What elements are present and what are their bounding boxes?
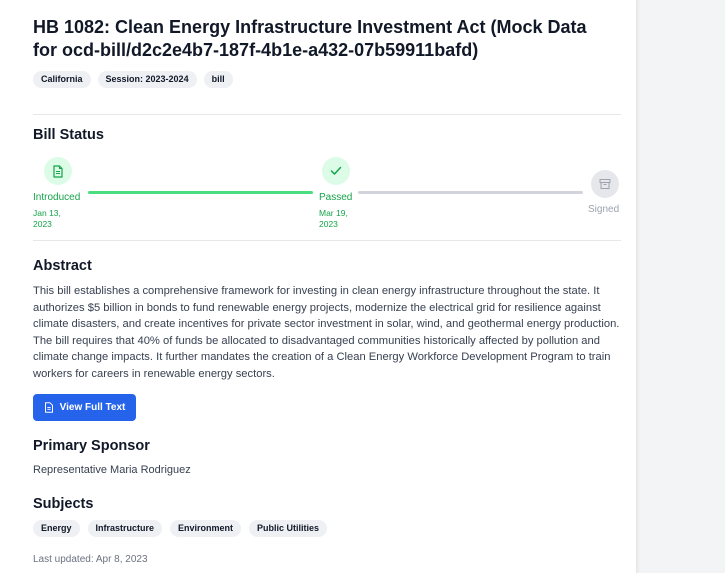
last-updated: Last updated: Apr 8, 2023 bbox=[33, 554, 148, 565]
primary-sponsor-heading: Primary Sponsor bbox=[33, 438, 150, 454]
subjects-heading: Subjects bbox=[33, 496, 94, 512]
step-signed-label: Signed bbox=[588, 204, 620, 215]
subject-badge: Energy bbox=[33, 520, 80, 537]
bill-status-heading: Bill Status bbox=[33, 127, 104, 143]
document-icon bbox=[53, 164, 63, 178]
step-passed-label: Passed bbox=[319, 192, 353, 203]
divider bbox=[33, 114, 621, 115]
abstract-heading: Abstract bbox=[33, 258, 92, 274]
step-passed-date: Mar 19, 2023 bbox=[319, 208, 348, 229]
check-icon bbox=[330, 166, 342, 175]
type-badge: bill bbox=[203, 71, 233, 88]
subject-badge: Infrastructure bbox=[87, 520, 163, 537]
archive-icon bbox=[599, 179, 611, 189]
bill-badges: California Session: 2023-2024 bill bbox=[33, 71, 233, 88]
step-introduced-circle bbox=[44, 157, 72, 185]
document-icon bbox=[44, 402, 53, 413]
view-full-text-button[interactable]: View Full Text bbox=[33, 394, 136, 421]
abstract-text: This bill establishes a comprehensive fr… bbox=[33, 285, 620, 380]
step-introduced-date: Jan 13, 2023 bbox=[33, 208, 61, 229]
view-full-text-label: View Full Text bbox=[59, 402, 126, 413]
divider bbox=[33, 240, 621, 241]
progress-line-pending bbox=[358, 191, 583, 194]
session-badge: Session: 2023-2024 bbox=[97, 71, 197, 88]
subject-badge: Environment bbox=[170, 520, 242, 537]
step-passed-circle bbox=[322, 157, 350, 185]
sponsor-name: Representative Maria Rodriguez bbox=[33, 464, 191, 476]
progress-line-complete bbox=[88, 191, 313, 194]
bill-detail-card: HB 1082: Clean Energy Infrastructure Inv… bbox=[0, 0, 637, 573]
step-signed-circle bbox=[591, 170, 619, 198]
jurisdiction-badge: California bbox=[33, 71, 91, 88]
subject-badge: Public Utilities bbox=[249, 520, 328, 537]
step-introduced-label: Introduced bbox=[33, 192, 81, 203]
subjects-list: Energy Infrastructure Environment Public… bbox=[33, 520, 328, 537]
page-title: HB 1082: Clean Energy Infrastructure Inv… bbox=[33, 17, 587, 60]
